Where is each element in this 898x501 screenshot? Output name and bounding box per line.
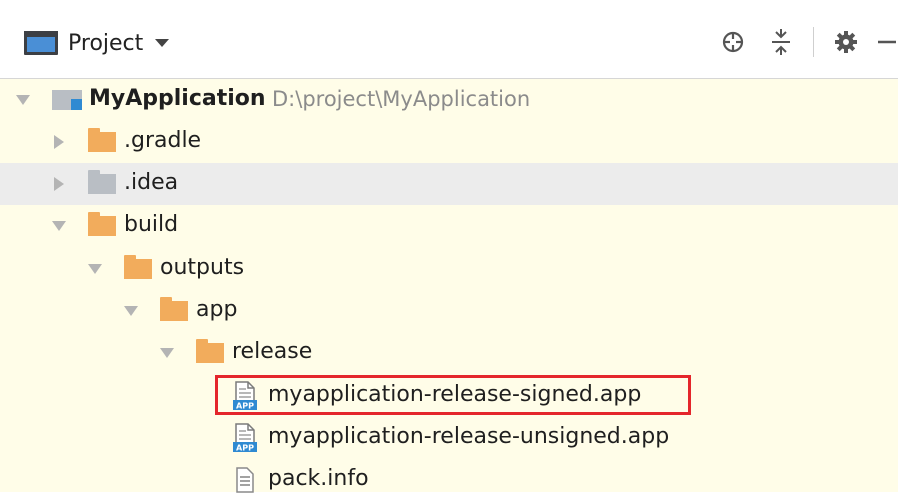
folder-icon bbox=[88, 170, 116, 194]
tree-node-myapplication[interactable]: MyApplication D:\project\MyApplication bbox=[0, 79, 898, 121]
folder-icon bbox=[160, 297, 188, 321]
tree-node-label: MyApplication bbox=[89, 86, 266, 111]
tree-node-unsigned-app[interactable]: APP myapplication-release-unsigned.app bbox=[0, 417, 898, 459]
folder-icon bbox=[196, 339, 224, 363]
tree-node-outputs[interactable]: outputs bbox=[0, 248, 898, 290]
collapse-all-icon bbox=[772, 29, 790, 55]
tree-node-label: .idea bbox=[124, 170, 179, 195]
tree-node-pack-info[interactable]: pack.info bbox=[0, 459, 898, 501]
project-window-icon bbox=[24, 31, 58, 55]
settings-button[interactable] bbox=[828, 24, 864, 60]
project-tree: MyApplication D:\project\MyApplication .… bbox=[0, 79, 898, 493]
project-toolbar: Project bbox=[0, 0, 898, 79]
tree-node-label: myapplication-release-unsigned.app bbox=[268, 424, 670, 449]
tree-node-build[interactable]: build bbox=[0, 205, 898, 247]
tree-node-label: release bbox=[232, 339, 313, 364]
text-file-icon bbox=[236, 467, 254, 493]
tree-node-label: outputs bbox=[160, 255, 245, 280]
toolbar-actions bbox=[703, 24, 898, 60]
locate-button[interactable] bbox=[715, 24, 751, 60]
tree-node-app[interactable]: app bbox=[0, 290, 898, 332]
toolbar-divider bbox=[813, 27, 814, 57]
collapsed-arrow-icon[interactable] bbox=[54, 135, 64, 149]
tree-node-idea[interactable]: .idea bbox=[0, 163, 898, 205]
tree-node-signed-app[interactable]: APP myapplication-release-signed.app bbox=[0, 375, 898, 417]
expanded-arrow-icon[interactable] bbox=[124, 306, 138, 316]
folder-icon bbox=[88, 212, 116, 236]
app-badge-text: APP bbox=[236, 402, 254, 411]
tree-node-label: build bbox=[124, 212, 179, 237]
folder-icon bbox=[88, 128, 116, 152]
app-file-icon: APP bbox=[233, 381, 257, 411]
hide-button[interactable] bbox=[876, 24, 898, 60]
module-folder-icon bbox=[52, 90, 82, 110]
minimize-icon bbox=[878, 40, 896, 44]
expanded-arrow-icon[interactable] bbox=[16, 95, 30, 105]
expanded-arrow-icon[interactable] bbox=[88, 264, 102, 274]
gear-icon bbox=[835, 31, 857, 53]
tree-node-label: pack.info bbox=[268, 466, 369, 491]
collapse-all-button[interactable] bbox=[763, 24, 799, 60]
tree-node-gradle[interactable]: .gradle bbox=[0, 121, 898, 163]
project-view-dropdown[interactable]: Project bbox=[24, 26, 170, 60]
tree-node-label: myapplication-release-signed.app bbox=[268, 382, 642, 407]
tree-node-label: .gradle bbox=[124, 128, 202, 153]
chevron-down-icon bbox=[155, 39, 170, 47]
project-path: D:\project\MyApplication bbox=[272, 87, 531, 111]
locate-icon bbox=[722, 31, 744, 53]
folder-icon bbox=[124, 255, 152, 279]
expanded-arrow-icon[interactable] bbox=[160, 348, 174, 358]
app-file-icon: APP bbox=[233, 423, 257, 453]
expanded-arrow-icon[interactable] bbox=[52, 221, 66, 231]
app-badge-text: APP bbox=[236, 444, 254, 453]
project-view-label: Project bbox=[68, 30, 144, 56]
tree-node-label: app bbox=[196, 297, 238, 322]
tree-node-release[interactable]: release bbox=[0, 332, 898, 374]
collapsed-arrow-icon[interactable] bbox=[54, 177, 64, 191]
